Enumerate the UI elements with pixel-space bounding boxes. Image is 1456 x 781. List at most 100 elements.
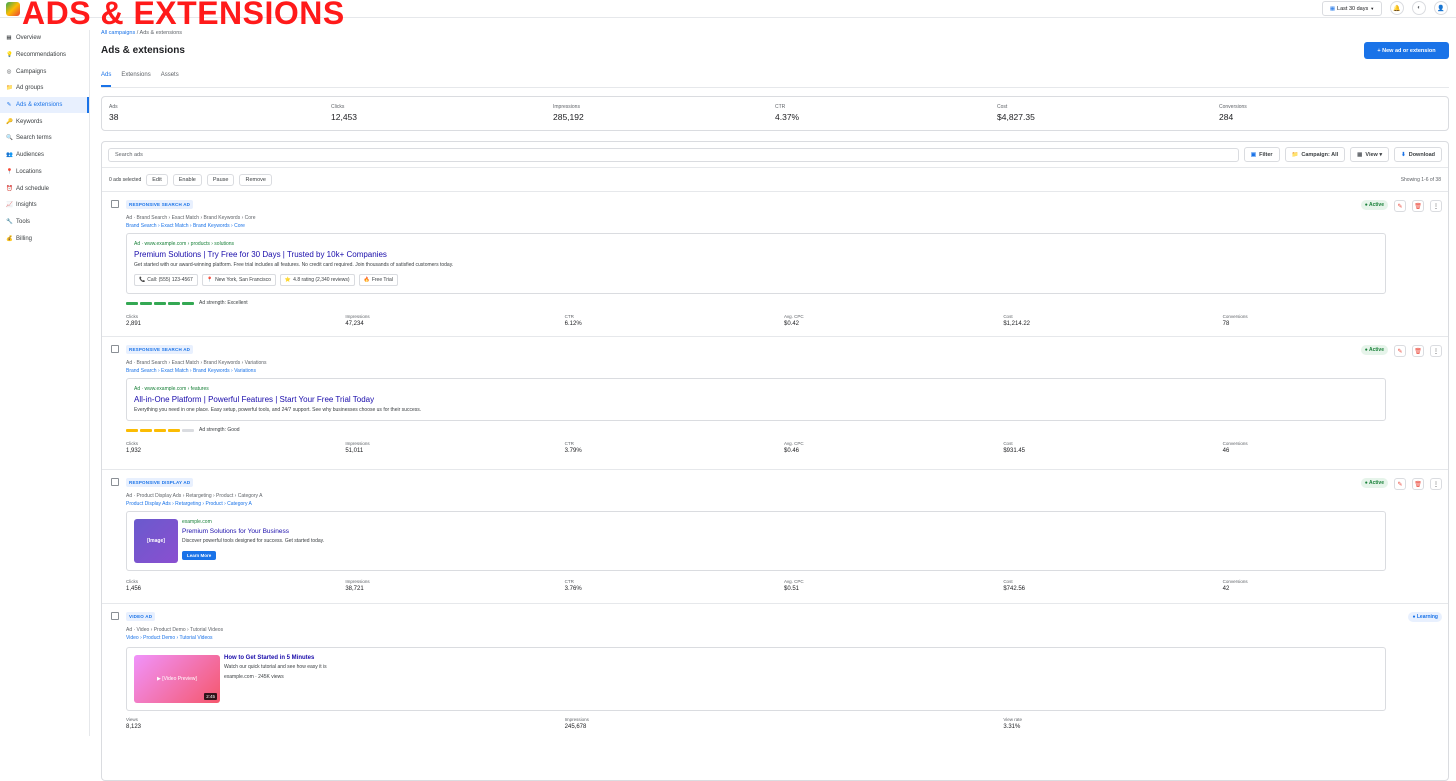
strength-segment — [182, 428, 194, 432]
user-icon[interactable]: 👤 — [1434, 1, 1448, 15]
status-badge: ● Active — [1360, 345, 1388, 355]
ad-headline[interactable]: Premium Solutions | Try Free for 30 Days… — [134, 250, 1378, 259]
video-ad-preview: ▶ [Video Preview] 2:45 How to Get Starte… — [134, 655, 1378, 703]
ad-type-badge: RESPONSIVE SEARCH AD — [126, 200, 194, 209]
ad-path: Ad · Brand Search › Exact Match › Brand … — [126, 215, 256, 221]
ad-path: Ad · Video › Product Demo › Tutorial Vid… — [126, 627, 224, 633]
page-title: Ads & extensions — [101, 45, 185, 56]
ad-type-badge: VIDEO AD — [126, 612, 156, 621]
ad-metrics: Clicks 2,891 Impressions 47,234 CTR 6.12% A… — [126, 314, 1442, 333]
more-icon[interactable]: ⋮ — [1430, 478, 1442, 490]
metric-avg-cpc: Avg. CPC $0.42 — [783, 314, 804, 327]
folder-icon: 📁 — [1291, 151, 1299, 158]
ad-checkbox[interactable] — [111, 612, 119, 620]
delete-icon[interactable]: 🗑 — [1412, 200, 1424, 212]
target-icon: ◎ — [6, 68, 12, 75]
view-button[interactable]: ▦ View ▾ — [1350, 147, 1390, 162]
extension-promo[interactable]: 🔥 Free Trial — [358, 274, 398, 286]
sidebar-item-ads-extensions[interactable]: ✎ Ads & extensions — [0, 96, 89, 114]
columns-icon: ▦ — [1357, 151, 1363, 158]
ad-extensions: 📞 Call: (555) 123-4567 📍 New York, San Fra… — [134, 274, 1378, 286]
more-icon[interactable]: ⋮ — [1430, 345, 1442, 357]
metric-cost: Cost $1,214.22 — [1003, 314, 1031, 327]
ad-path-links[interactable]: Product Display Ads › Retargeting › Prod… — [126, 501, 1442, 507]
learn-more-button[interactable]: Learn More — [182, 551, 217, 560]
ad-type-badge: RESPONSIVE SEARCH AD — [126, 345, 194, 354]
ad-preview: Ad · www.example.com › products › soluti… — [126, 233, 1386, 294]
sidebar-item-billing[interactable]: 💰 Billing — [0, 230, 89, 247]
sidebar-item-ad-schedule[interactable]: ⏰ Ad schedule — [0, 180, 89, 197]
filter-button[interactable]: ▣ Filter — [1243, 147, 1280, 162]
video-thumbnail[interactable]: ▶ [Video Preview] 2:45 — [134, 655, 220, 703]
extension-location[interactable]: 📍 New York, San Francisco — [201, 274, 276, 286]
ad-headline[interactable]: Premium Solutions for Your Business — [182, 528, 324, 535]
edit-icon[interactable]: ✎ — [1394, 345, 1406, 357]
edit-button[interactable]: Edit — [146, 173, 168, 186]
delete-icon[interactable]: 🗑 — [1412, 478, 1424, 490]
star-icon: ⭐ — [284, 277, 292, 283]
sidebar-item-tools[interactable]: 🔧 Tools — [0, 214, 89, 231]
ad-checkbox[interactable] — [111, 200, 119, 208]
sidebar-item-insights[interactable]: 📈 Insights — [0, 197, 89, 214]
ad-path-links[interactable]: Brand Search › Exact Match › Brand Keywo… — [126, 368, 1442, 374]
metric-cost: Cost $742.56 — [1003, 579, 1026, 592]
main-content: All campaigns / Ads & extensions Ads & e… — [101, 30, 1449, 781]
ad-strength-label: Ad strength: Excellent — [199, 300, 248, 306]
sidebar-item-recommendations[interactable]: 💡 Recommendations — [0, 47, 89, 64]
ad-row: RESPONSIVE SEARCH AD ● Active ✎ 🗑 ⋮ Ad ·… — [102, 192, 1448, 337]
ad-path-links[interactable]: Brand Search › Exact Match › Brand Keywo… — [126, 223, 1442, 229]
new-ad-button[interactable]: + New ad or extension — [1364, 42, 1449, 59]
remove-button[interactable]: Remove — [239, 173, 272, 186]
sidebar-item-search-terms[interactable]: 🔍 Search terms — [0, 130, 89, 147]
tab-assets[interactable]: Assets — [161, 72, 179, 87]
delete-icon[interactable]: 🗑 — [1412, 345, 1424, 357]
sidebar-item-locations[interactable]: 📍 Locations — [0, 164, 89, 181]
video-title[interactable]: How to Get Started in 5 Minutes — [224, 655, 327, 661]
metric-impressions: Impressions 245,678 — [564, 717, 589, 730]
stat-clicks: Clicks 12,453 — [331, 104, 357, 122]
metric-clicks: Clicks 1,456 — [126, 579, 142, 592]
ad-metrics: Views 8,123 Impressions 245,678 View rate 3… — [126, 717, 1442, 736]
phone-icon: 📞 — [139, 277, 146, 283]
download-button[interactable]: ⬇ Download — [1394, 147, 1442, 162]
metric-ctr: CTR 3.76% — [564, 579, 582, 592]
sidebar-item-keywords[interactable]: 🔑 Keywords — [0, 113, 89, 130]
more-icon[interactable]: ⋮ — [1430, 200, 1442, 212]
enable-button[interactable]: Enable — [172, 173, 202, 186]
strength-segment — [126, 428, 138, 432]
extension-rating[interactable]: ⭐ 4.8 rating (2,340 reviews) — [279, 274, 355, 286]
edit-icon[interactable]: ✎ — [1394, 478, 1406, 490]
metric-view-rate: View rate 3.31% — [1003, 717, 1023, 730]
campaign-filter-button[interactable]: 📁 Campaign: All — [1284, 147, 1346, 162]
sidebar-item-overview[interactable]: ▦ Overview — [0, 30, 89, 47]
filter-icon: ▣ — [1250, 151, 1257, 158]
stat-conversions: Conversions 284 — [1219, 104, 1247, 122]
chart-icon: 📈 — [6, 202, 13, 209]
sidebar-item-ad-groups[interactable]: 📁 Ad groups — [0, 80, 89, 97]
bell-icon[interactable]: 🔔 — [1390, 1, 1404, 15]
pin-icon: 📍 — [206, 277, 214, 283]
bulk-actions: 0 ads selected Edit Enable Pause Remove … — [102, 168, 1448, 192]
date-range-button[interactable]: ▦ Last 30 days ▼ — [1322, 1, 1382, 16]
sidebar-item-audiences[interactable]: 👥 Audiences — [0, 147, 89, 164]
pause-button[interactable]: Pause — [206, 173, 235, 186]
app-logo[interactable] — [6, 2, 20, 16]
ad-checkbox[interactable] — [111, 478, 119, 486]
extension-call[interactable]: 📞 Call: (555) 123-4567 — [134, 274, 198, 286]
half-moon-icon[interactable]: ◐ — [1412, 1, 1426, 15]
tab-extensions[interactable]: Extensions — [121, 72, 150, 87]
metric-clicks: Clicks 2,891 — [126, 314, 142, 327]
sidebar-item-campaigns[interactable]: ◎ Campaigns — [0, 63, 89, 80]
search-input[interactable]: Search ads — [108, 147, 1239, 162]
ad-checkbox[interactable] — [111, 345, 119, 353]
strength-segment — [154, 428, 166, 432]
ad-headline[interactable]: All-in-One Platform | Powerful Features … — [134, 395, 1378, 404]
showing-count: Showing 1-6 of 38 — [1400, 176, 1441, 183]
ad-description: Get started with our award-winning platf… — [134, 262, 454, 268]
breadcrumb-all-campaigns[interactable]: All campaigns — [101, 30, 135, 36]
ad-path-links[interactable]: Video › Product Demo › Tutorial Videos — [126, 635, 1442, 641]
edit-icon[interactable]: ✎ — [1394, 200, 1406, 212]
video-ad-text: How to Get Started in 5 Minutes Watch ou… — [224, 655, 327, 680]
metric-clicks: Clicks 1,932 — [126, 441, 142, 454]
tab-ads[interactable]: Ads — [101, 72, 112, 87]
